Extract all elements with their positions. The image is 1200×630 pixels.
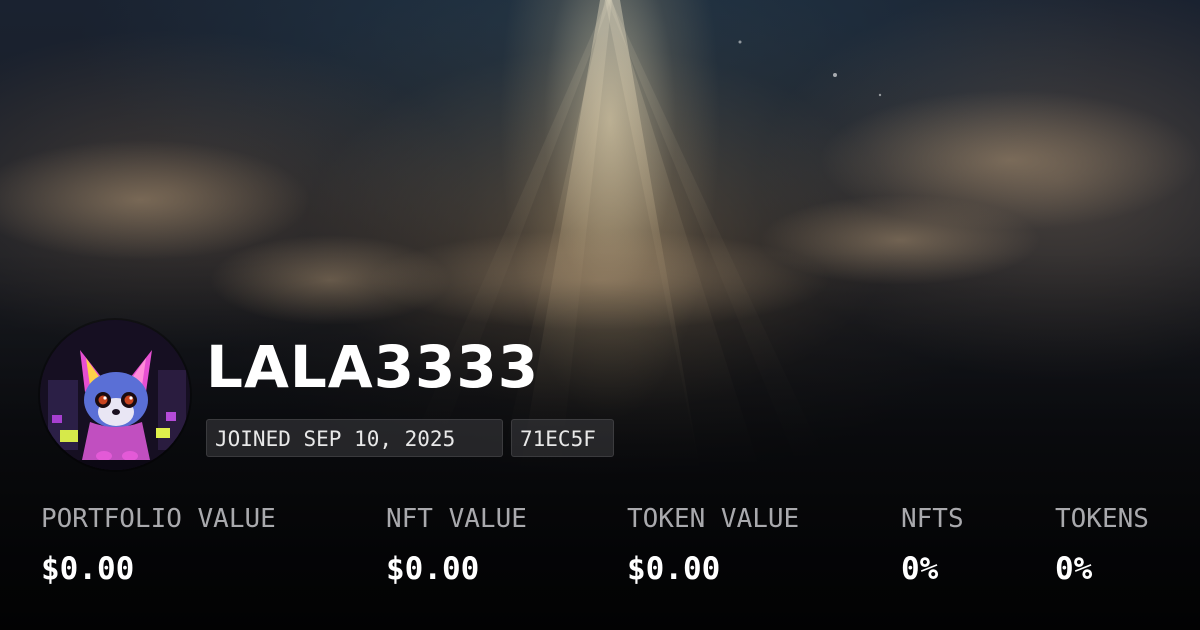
token-value: $0.00	[627, 551, 721, 587]
id-badge: 71EC5F	[511, 419, 614, 457]
token-value-label: TOKEN VALUE	[627, 504, 800, 534]
nfts-percent: 0%	[901, 551, 939, 587]
bottom-fade	[0, 0, 1200, 630]
portfolio-value: $0.00	[41, 551, 135, 587]
chihuahua-avatar-icon	[40, 320, 190, 470]
nft-value-label: NFT VALUE	[386, 504, 527, 534]
username-title: LALA3333	[206, 333, 540, 401]
avatar	[40, 320, 190, 470]
nft-value: $0.00	[386, 551, 480, 587]
joined-date-badge: JOINED SEP 10, 2025	[206, 419, 503, 457]
tokens-percent: 0%	[1055, 551, 1093, 587]
tokens-label: TOKENS	[1055, 504, 1149, 534]
nfts-label: NFTS	[901, 504, 964, 534]
portfolio-value-label: PORTFOLIO VALUE	[41, 504, 276, 534]
